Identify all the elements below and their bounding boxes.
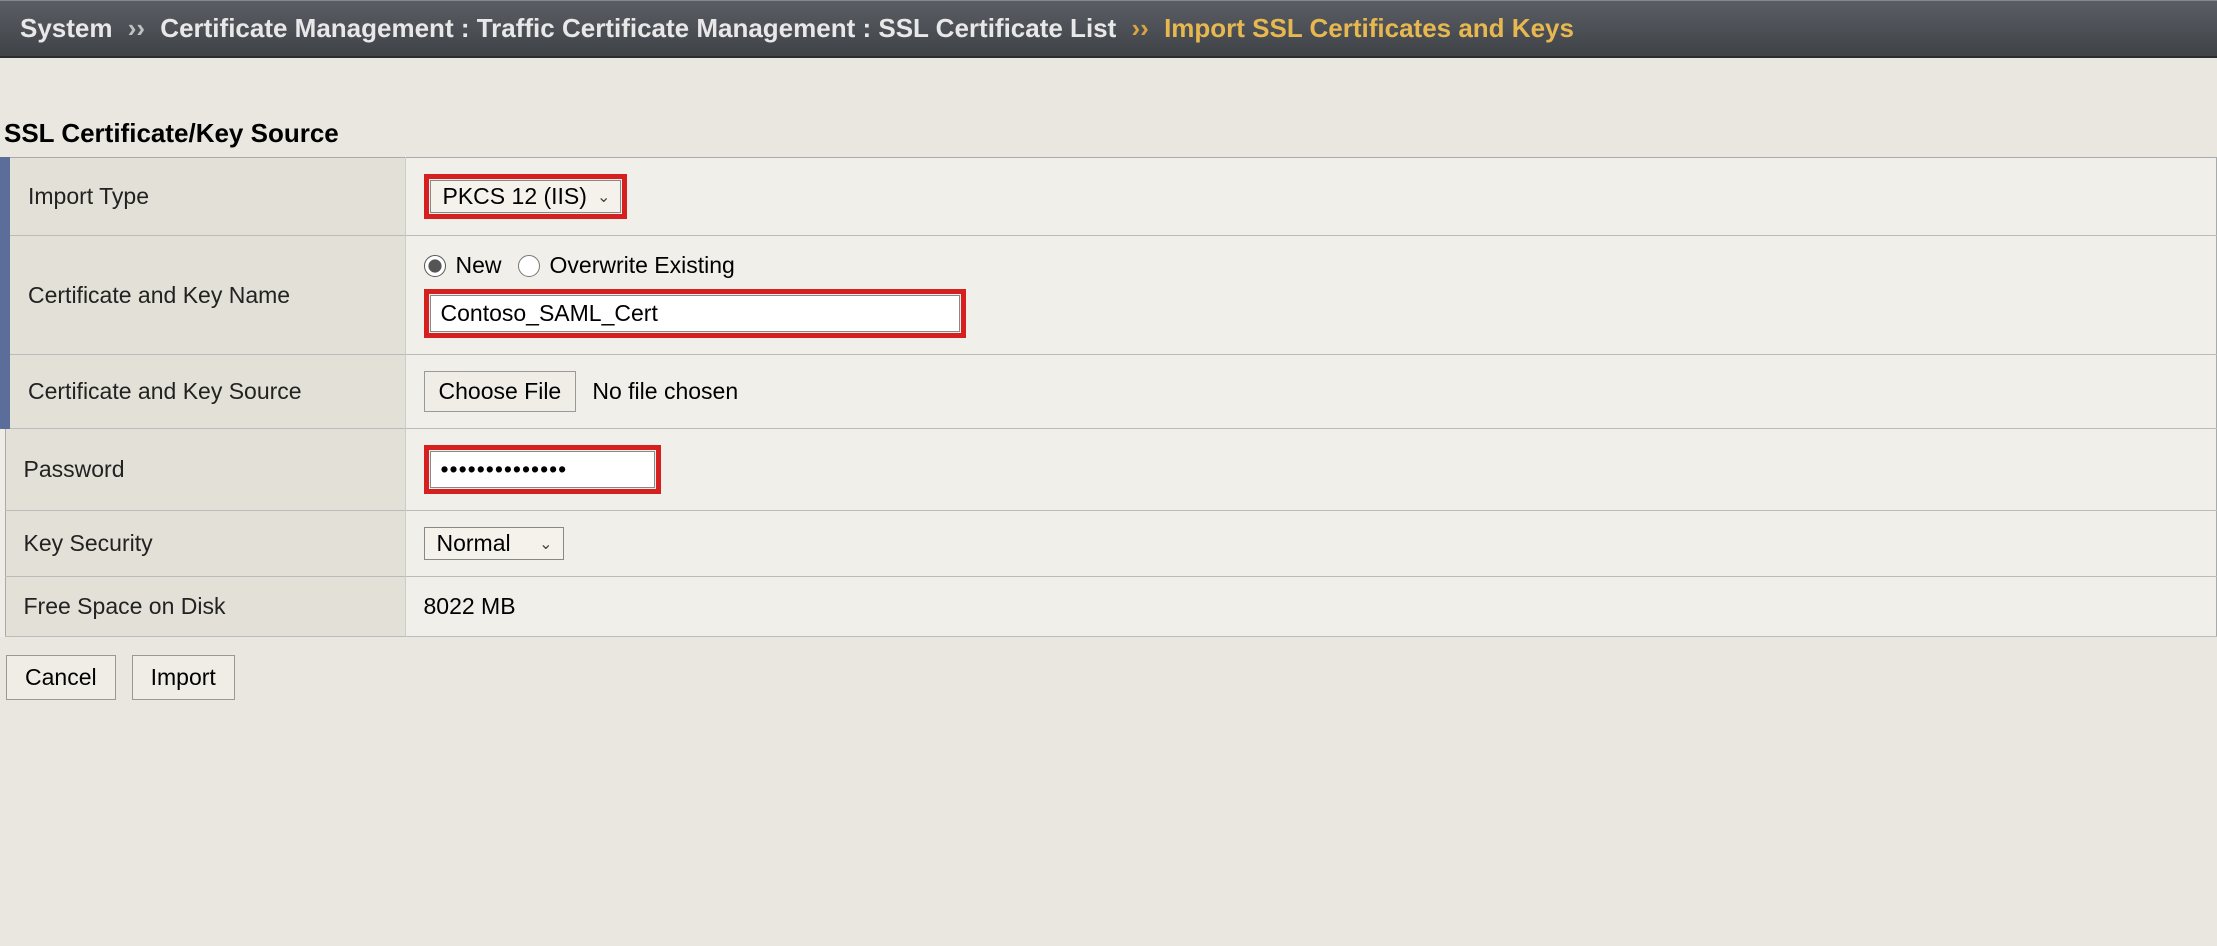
radio-new[interactable] <box>424 255 446 277</box>
highlight-password <box>424 445 661 494</box>
section-title: SSL Certificate/Key Source <box>0 58 2217 157</box>
form-table: Import Type PKCS 12 (IIS) ⌄ Certificate … <box>0 157 2217 637</box>
import-button[interactable]: Import <box>132 655 235 700</box>
breadcrumb-sep-icon: ›› <box>128 13 145 43</box>
breadcrumb-sep-icon: ›› <box>1132 13 1149 43</box>
choose-file-button[interactable]: Choose File <box>424 371 577 412</box>
key-security-value: Normal <box>437 530 511 557</box>
breadcrumb-path[interactable]: Certificate Management : Traffic Certifi… <box>160 13 1116 43</box>
file-status-text: No file chosen <box>592 378 738 404</box>
import-type-value: PKCS 12 (IIS) <box>443 183 587 210</box>
radio-overwrite-label: Overwrite Existing <box>550 252 735 279</box>
chevron-down-icon: ⌄ <box>597 187 610 207</box>
label-key-security: Key Security <box>5 511 405 577</box>
password-input[interactable] <box>430 451 655 488</box>
free-space-value: 8022 MB <box>424 593 516 619</box>
breadcrumb-root[interactable]: System <box>20 13 113 43</box>
cancel-button[interactable]: Cancel <box>6 655 116 700</box>
breadcrumb-current: Import SSL Certificates and Keys <box>1164 13 1574 43</box>
breadcrumb: System ›› Certificate Management : Traff… <box>0 0 2217 58</box>
highlight-cert-name <box>424 289 966 338</box>
highlight-import-type: PKCS 12 (IIS) ⌄ <box>424 174 628 219</box>
label-import-type: Import Type <box>5 158 405 236</box>
label-free-space: Free Space on Disk <box>5 577 405 637</box>
key-security-select[interactable]: Normal ⌄ <box>424 527 564 560</box>
cert-key-name-input[interactable] <box>430 295 960 332</box>
radio-new-label: New <box>456 252 502 279</box>
import-type-select[interactable]: PKCS 12 (IIS) ⌄ <box>430 180 622 213</box>
label-password: Password <box>5 429 405 511</box>
chevron-down-icon: ⌄ <box>539 534 552 554</box>
label-cert-key-source: Certificate and Key Source <box>5 355 405 429</box>
radio-overwrite[interactable] <box>518 255 540 277</box>
label-cert-key-name: Certificate and Key Name <box>5 236 405 355</box>
